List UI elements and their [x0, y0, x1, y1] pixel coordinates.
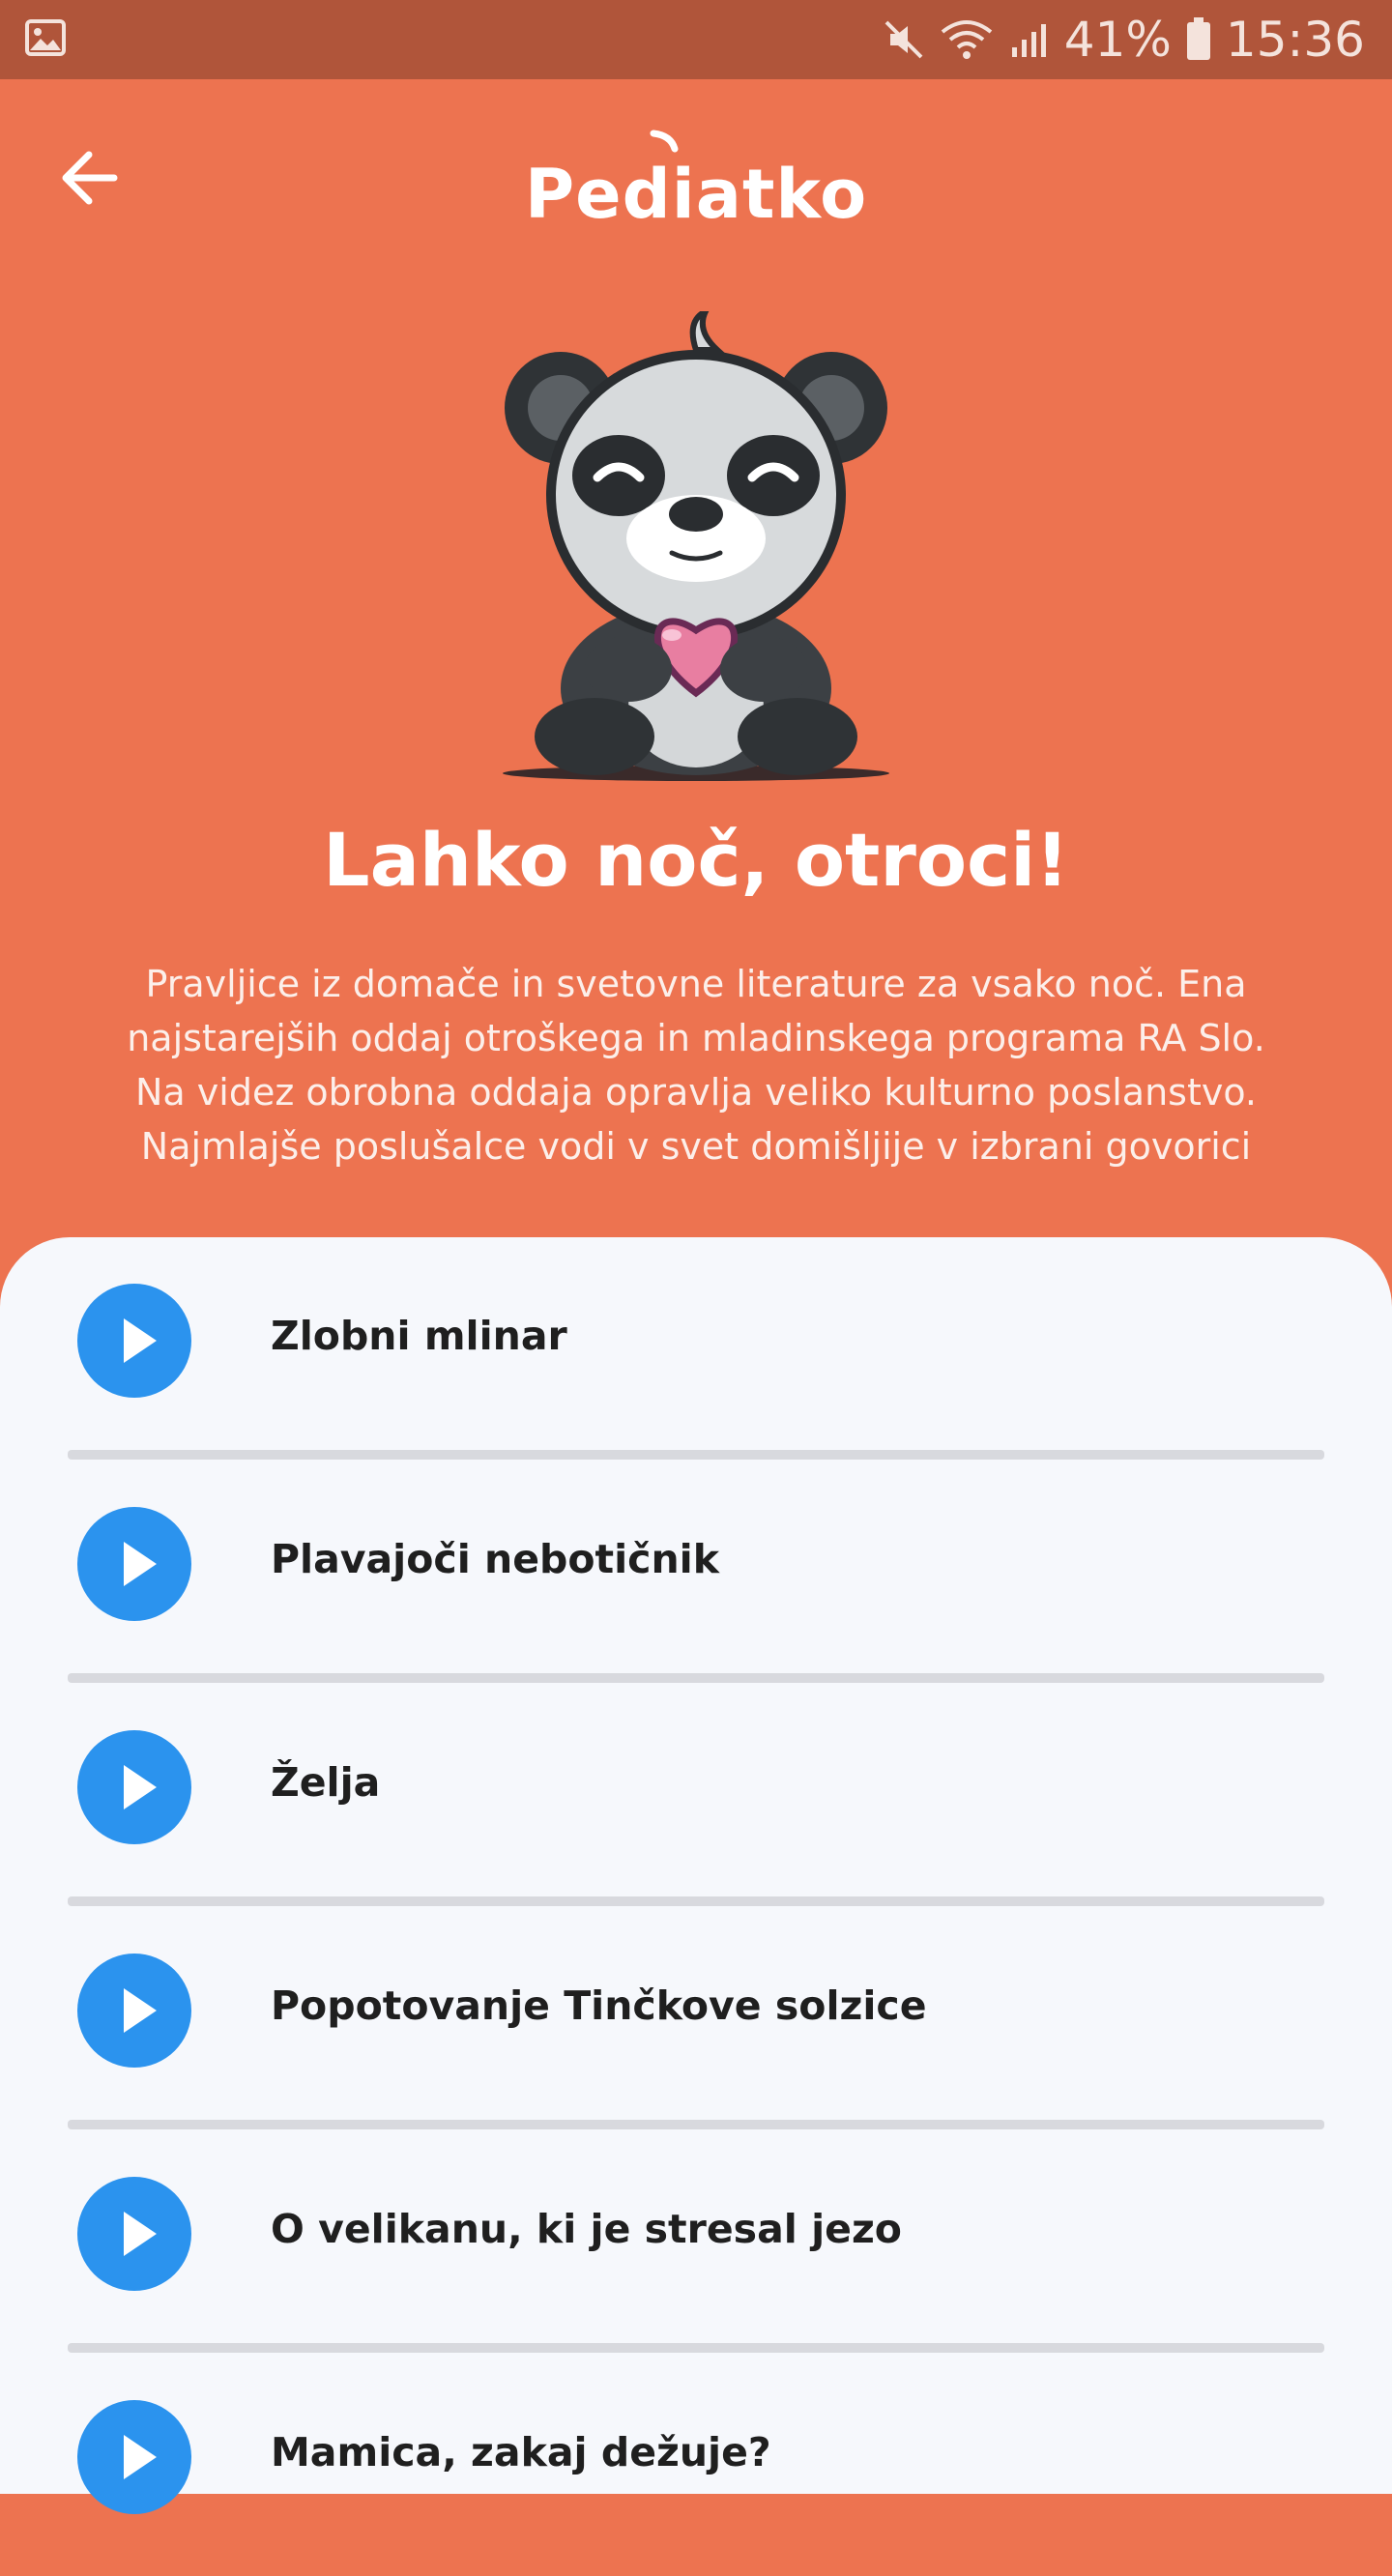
list-item[interactable]: Zlobni mlinar	[0, 1237, 1392, 1460]
app-logo: Pediatko	[524, 155, 868, 234]
divider	[68, 1896, 1324, 1906]
signal-icon	[1011, 24, 1046, 57]
status-icons: 41% 15:36	[883, 0, 1365, 79]
play-button[interactable]	[77, 2177, 191, 2291]
divider	[68, 1673, 1324, 1683]
status-bar: 41% 15:36	[0, 0, 1392, 79]
mute-icon	[884, 20, 923, 59]
wifi-icon	[941, 20, 993, 59]
clock: 15:36	[1225, 12, 1365, 68]
app-header: Pediatko	[0, 79, 1392, 234]
music-note-icon	[650, 130, 679, 153]
episode-title: Mamica, zakaj dežuje?	[271, 2429, 771, 2475]
page-title: Lahko noč, otroci!	[323, 817, 1069, 903]
play-button[interactable]	[77, 1954, 191, 2068]
battery-percentage: 41%	[1063, 12, 1172, 68]
episode-title: Plavajoči nebotičnik	[271, 1536, 719, 1582]
divider	[68, 2120, 1324, 2129]
episode-title: Popotovanje Tinčkove solzice	[271, 1983, 927, 2029]
episode-list: Zlobni mlinar Plavajoči nebotičnik Želja…	[0, 1237, 1392, 2514]
play-button[interactable]	[77, 1284, 191, 1398]
list-item[interactable]: Plavajoči nebotičnik	[0, 1461, 1392, 1683]
list-item[interactable]: Popotovanje Tinčkove solzice	[0, 1907, 1392, 2129]
list-item[interactable]: Želja	[0, 1684, 1392, 1906]
list-item[interactable]: O velikanu, ki je stresal jezo	[0, 2130, 1392, 2353]
play-button[interactable]	[77, 1507, 191, 1621]
episode-title: Zlobni mlinar	[271, 1313, 567, 1359]
battery-icon	[1186, 17, 1210, 60]
play-button[interactable]	[77, 2400, 191, 2514]
divider	[68, 1450, 1324, 1460]
gallery-icon	[25, 19, 66, 56]
divider	[68, 2343, 1324, 2353]
program-description: Pravljice iz domače in svetovne literatu…	[127, 963, 1265, 1168]
episode-title: Želja	[271, 1759, 381, 1806]
play-button[interactable]	[77, 1730, 191, 1844]
panda-illustration	[503, 311, 889, 781]
list-item[interactable]: Mamica, zakaj dežuje?	[0, 2354, 1392, 2576]
episode-title: O velikanu, ki je stresal jezo	[271, 2206, 902, 2252]
